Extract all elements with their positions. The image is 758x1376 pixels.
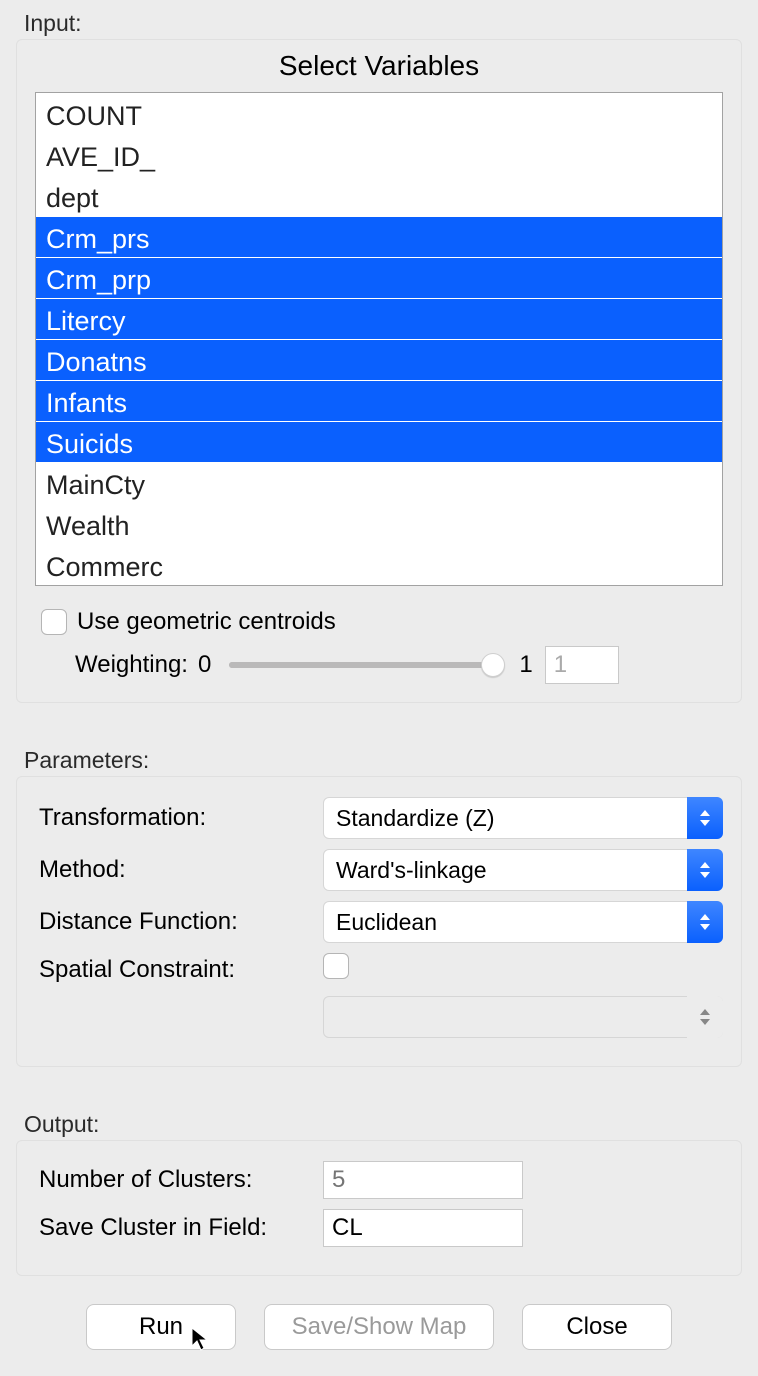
list-item[interactable]: AVE_ID_ (36, 134, 722, 175)
list-item[interactable]: COUNT (36, 93, 722, 134)
list-item[interactable]: Crm_prp (36, 257, 722, 298)
weighting-slider-thumb[interactable] (481, 653, 505, 677)
parameters-section-label: Parameters: (0, 737, 758, 776)
transformation-value: Standardize (Z) (336, 805, 495, 832)
spatial-row: Spatial Constraint: (35, 953, 723, 986)
weighting-label: Weighting: (75, 651, 188, 679)
num-clusters-row: Number of Clusters: (35, 1161, 723, 1199)
output-panel: Number of Clusters: Save Cluster in Fiel… (16, 1140, 742, 1276)
list-item[interactable]: Commerc (36, 544, 722, 585)
save-field-input[interactable] (323, 1209, 523, 1247)
distance-label: Distance Function: (35, 908, 323, 936)
select-variables-title: Select Variables (35, 46, 723, 88)
chevron-updown-icon (687, 797, 723, 839)
list-item[interactable]: Infants (36, 380, 722, 421)
variables-listbox[interactable]: COUNTAVE_ID_deptCrm_prsCrm_prpLitercyDon… (35, 92, 723, 586)
transformation-dropdown[interactable]: Standardize (Z) (323, 797, 723, 839)
weighting-slider-wrap: 0 1 (198, 646, 723, 684)
method-row: Method: Ward's-linkage (35, 849, 723, 891)
list-item[interactable]: Litercy (36, 298, 722, 339)
use-centroids-row: Use geometric centroids (41, 608, 723, 636)
chevron-updown-icon (687, 996, 723, 1038)
use-centroids-label: Use geometric centroids (77, 608, 336, 636)
output-section-label: Output: (0, 1101, 758, 1140)
weighting-row: Weighting: 0 1 (75, 646, 723, 684)
weighting-slider[interactable] (229, 662, 501, 668)
spatial-dropdown-row (35, 996, 723, 1038)
save-field-row: Save Cluster in Field: (35, 1209, 723, 1247)
num-clusters-label: Number of Clusters: (35, 1166, 323, 1194)
button-row: Run Save/Show Map Close (0, 1304, 758, 1350)
parameters-panel: Transformation: Standardize (Z) Method: … (16, 776, 742, 1067)
chevron-updown-icon (687, 849, 723, 891)
transformation-row: Transformation: Standardize (Z) (35, 797, 723, 839)
list-item[interactable]: MainCty (36, 462, 722, 503)
method-value: Ward's-linkage (336, 857, 487, 884)
save-show-map-button[interactable]: Save/Show Map (264, 1304, 494, 1350)
transformation-label: Transformation: (35, 804, 323, 832)
weighting-value-input[interactable] (545, 646, 619, 684)
method-dropdown[interactable]: Ward's-linkage (323, 849, 723, 891)
list-item[interactable]: Wealth (36, 503, 722, 544)
list-item[interactable]: dept (36, 175, 722, 216)
close-button[interactable]: Close (522, 1304, 672, 1350)
input-panel: Select Variables COUNTAVE_ID_deptCrm_prs… (16, 39, 742, 703)
list-item[interactable]: Crm_prs (36, 216, 722, 257)
spatial-constraint-checkbox[interactable] (323, 953, 349, 979)
list-item[interactable]: Suicids (36, 421, 722, 462)
run-button[interactable]: Run (86, 1304, 236, 1350)
spatial-label: Spatial Constraint: (35, 956, 323, 984)
weighting-max: 1 (519, 651, 532, 679)
num-clusters-input[interactable] (323, 1161, 523, 1199)
weighting-min: 0 (198, 651, 211, 679)
distance-row: Distance Function: Euclidean (35, 901, 723, 943)
distance-value: Euclidean (336, 909, 437, 936)
spatial-constraint-dropdown (323, 996, 723, 1038)
use-centroids-checkbox[interactable] (41, 609, 67, 635)
input-section-label: Input: (0, 0, 758, 39)
method-label: Method: (35, 856, 323, 884)
list-item[interactable]: Donatns (36, 339, 722, 380)
distance-dropdown[interactable]: Euclidean (323, 901, 723, 943)
save-field-label: Save Cluster in Field: (35, 1214, 323, 1242)
chevron-updown-icon (687, 901, 723, 943)
